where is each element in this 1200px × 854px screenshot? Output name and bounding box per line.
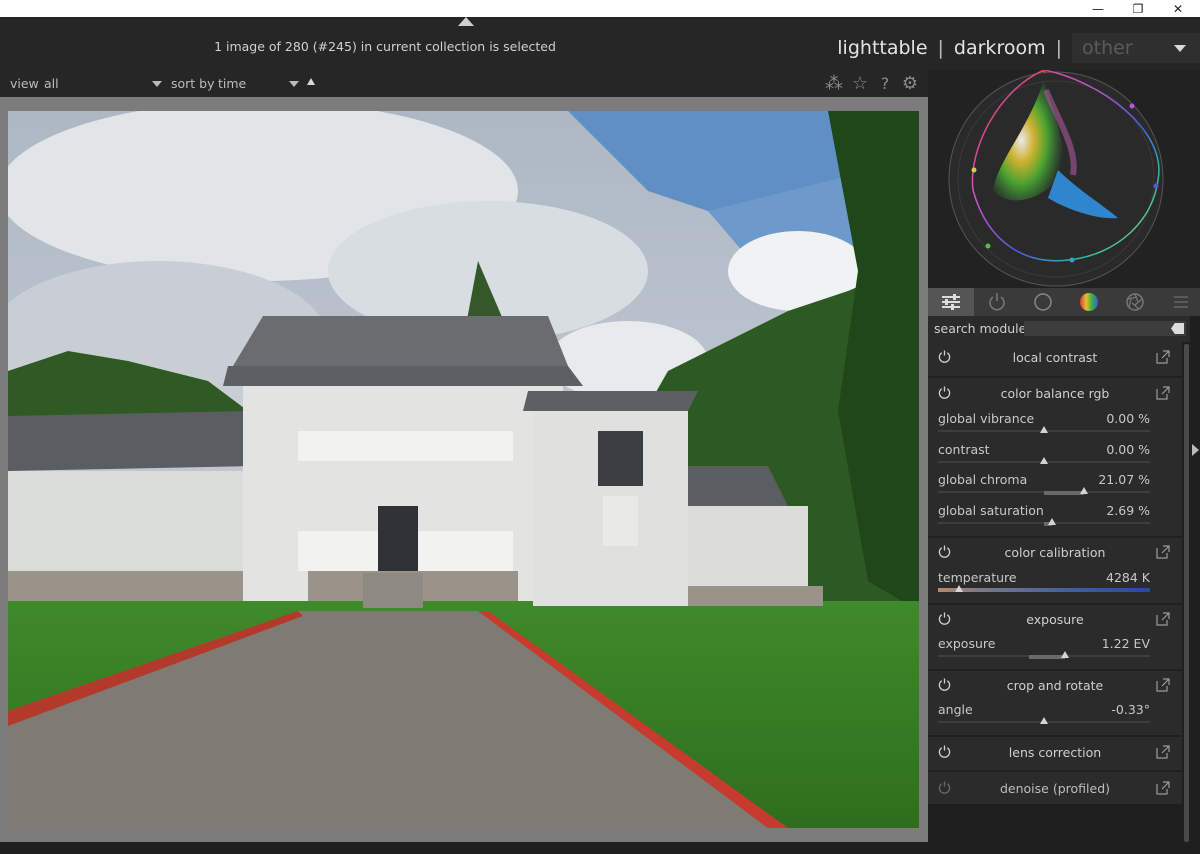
filter-bar: view all sort by time ⁂ ☆ ? ⚙ — [0, 70, 928, 97]
slider-contrast[interactable]: contrast 0.00 % — [938, 442, 1150, 470]
view-filter-label: view — [10, 76, 39, 91]
module-title: crop and rotate — [1006, 678, 1104, 693]
slider-marker[interactable] — [1080, 487, 1089, 494]
header: 1 image of 280 (#245) in current collect… — [0, 17, 1200, 70]
module-crop-and-rotate[interactable]: crop and rotate — [928, 670, 1182, 700]
bottom-bar — [0, 842, 1200, 854]
view-other-label: other — [1082, 37, 1133, 59]
slider-exposure[interactable]: exposure 1.22 EV — [938, 636, 1150, 664]
popout-icon[interactable] — [1156, 781, 1170, 795]
search-module-bar: search module — [928, 316, 1190, 342]
close-button[interactable]: ✕ — [1158, 0, 1198, 17]
presets-menu-icon[interactable] — [1158, 288, 1200, 316]
view-filter-value[interactable]: all — [44, 76, 59, 91]
slider-marker[interactable] — [1040, 457, 1048, 464]
module-title: color balance rgb — [1000, 386, 1110, 401]
grouping-icon[interactable]: ⁂ — [823, 73, 845, 95]
view-other-dropdown[interactable]: other — [1072, 33, 1200, 63]
window-title-bar: — ❐ ✕ — [0, 0, 1200, 17]
popout-icon[interactable] — [1156, 678, 1170, 692]
module-title: lens correction — [1008, 745, 1102, 760]
slider-fill — [1044, 491, 1085, 495]
temperature-gradient-track[interactable] — [938, 588, 1150, 592]
view-lighttable[interactable]: lighttable — [837, 37, 927, 59]
sort-by-label: sort by — [171, 76, 215, 91]
star-icon[interactable]: ☆ — [849, 73, 871, 95]
sort-by-chevron-icon[interactable] — [289, 81, 299, 87]
chevron-down-icon — [1174, 45, 1186, 52]
slider-angle[interactable]: angle -0.33° — [938, 702, 1150, 730]
param-value: 2.69 % — [1106, 503, 1150, 518]
search-module-input[interactable] — [1024, 321, 1186, 336]
module-list: local contrast color balance rgb global … — [928, 342, 1182, 804]
house-photo — [8, 111, 919, 828]
slider-marker[interactable] — [1040, 426, 1048, 433]
param-label: global vibrance — [938, 411, 1035, 426]
popout-icon[interactable] — [1156, 612, 1170, 626]
popout-icon[interactable] — [1156, 745, 1170, 759]
selection-status: 1 image of 280 (#245) in current collect… — [214, 39, 556, 54]
slider-marker[interactable] — [1061, 651, 1070, 658]
module-title: exposure — [1026, 612, 1084, 627]
search-module-label: search module — [934, 321, 1027, 336]
slider-temperature[interactable]: temperature 4284 K — [938, 570, 1150, 598]
param-value: 0.00 % — [1106, 411, 1150, 426]
param-label: contrast — [938, 442, 990, 457]
restore-button[interactable]: ❐ — [1118, 0, 1158, 17]
param-value: 21.07 % — [1098, 472, 1150, 487]
param-label: global saturation — [938, 503, 1044, 518]
param-label: temperature — [938, 570, 1017, 585]
tone-color-icon[interactable] — [1066, 288, 1112, 316]
module-title: local contrast — [1012, 350, 1098, 365]
param-value: 4284 K — [1106, 570, 1150, 585]
base-icon[interactable] — [1020, 288, 1066, 316]
help-icon[interactable]: ? — [874, 73, 896, 95]
photo-preview — [8, 111, 919, 828]
view-separator: | — [937, 37, 944, 59]
vectorscope-graph — [948, 67, 1164, 287]
effects-icon[interactable] — [1112, 288, 1158, 316]
view-darkroom[interactable]: darkroom — [954, 37, 1046, 59]
module-list-scrollbar[interactable] — [1184, 344, 1189, 842]
slider-marker[interactable] — [1048, 518, 1057, 525]
quick-access-icon[interactable] — [928, 288, 974, 316]
active-modules-icon[interactable] — [974, 288, 1020, 316]
popout-icon[interactable] — [1156, 386, 1170, 400]
image-canvas[interactable] — [0, 97, 928, 842]
sort-order-arrow-icon[interactable] — [307, 78, 315, 85]
param-value: -0.33° — [1111, 702, 1150, 717]
module-color-calibration[interactable]: color calibration — [928, 537, 1182, 567]
param-value: 1.22 EV — [1101, 636, 1150, 651]
param-label: angle — [938, 702, 973, 717]
param-label: global chroma — [938, 472, 1028, 487]
module-group-tabs — [928, 288, 1200, 316]
collapse-top-panel-arrow-icon[interactable] — [458, 17, 474, 26]
view-switcher: lighttable | darkroom | other — [837, 33, 1200, 63]
popout-icon[interactable] — [1156, 545, 1170, 559]
slider-marker[interactable] — [955, 585, 964, 592]
vectorscope-panel[interactable] — [928, 67, 1200, 288]
module-title: color calibration — [1004, 545, 1106, 560]
slider-fill — [1029, 655, 1066, 659]
param-label: exposure — [938, 636, 996, 651]
module-separator — [928, 770, 1182, 772]
slider-global-chroma[interactable]: global chroma 21.07 % — [938, 472, 1150, 500]
module-denoise-profiled[interactable]: denoise (profiled) — [928, 773, 1182, 803]
view-filter-chevron-icon[interactable] — [152, 81, 162, 87]
sort-by-value[interactable]: time — [218, 76, 246, 91]
module-lens-correction[interactable]: lens correction — [928, 737, 1182, 767]
param-value: 0.00 % — [1106, 442, 1150, 457]
module-title: denoise (profiled) — [999, 781, 1111, 796]
module-local-contrast[interactable]: local contrast — [928, 342, 1182, 372]
minimize-button[interactable]: — — [1078, 0, 1118, 17]
module-color-balance-rgb[interactable]: color balance rgb — [928, 378, 1182, 408]
slider-global-vibrance[interactable]: global vibrance 0.00 % — [938, 411, 1150, 439]
slider-marker[interactable] — [1040, 717, 1048, 724]
module-exposure[interactable]: exposure — [928, 604, 1182, 634]
collapse-right-panel-arrow-icon[interactable] — [1192, 444, 1199, 456]
popout-icon[interactable] — [1156, 350, 1170, 364]
view-separator: | — [1055, 37, 1062, 59]
gear-icon[interactable]: ⚙ — [899, 73, 921, 95]
slider-global-saturation[interactable]: global saturation 2.69 % — [938, 503, 1150, 531]
